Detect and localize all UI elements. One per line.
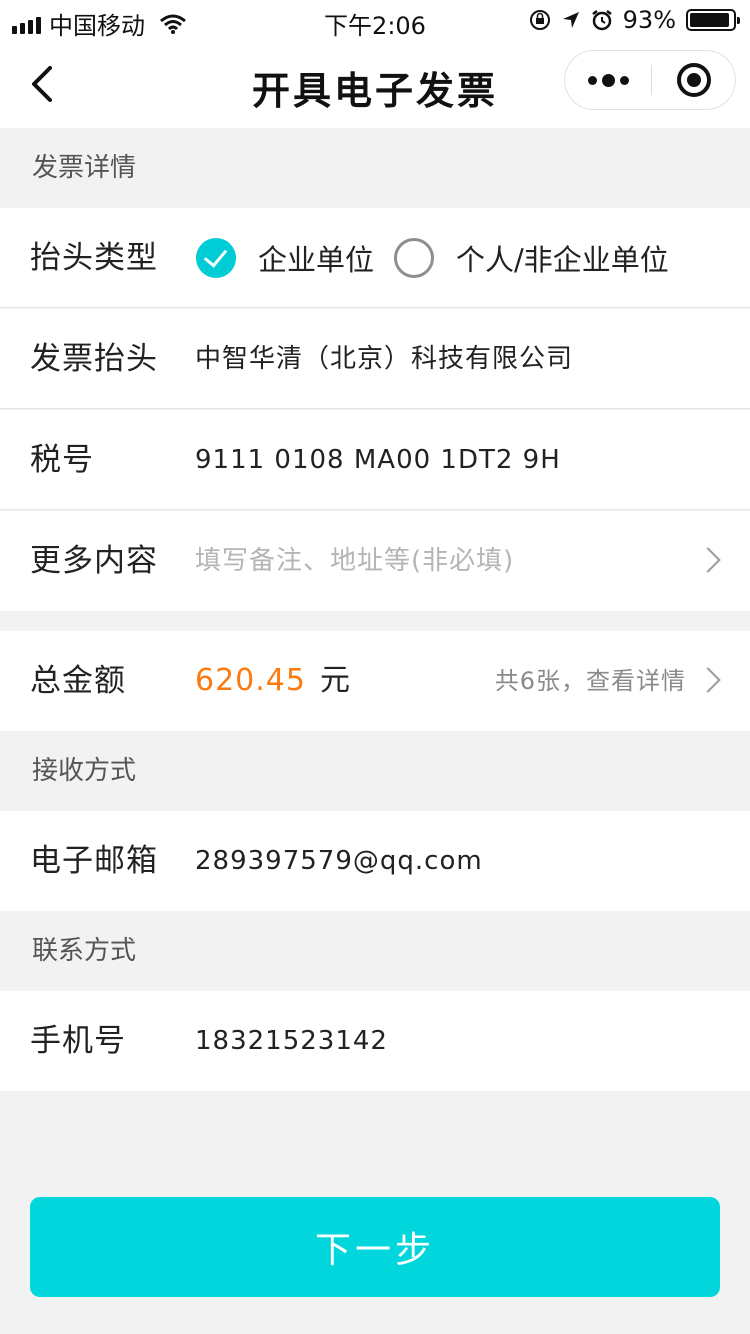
section-header-contact: 联系方式 (32, 936, 137, 966)
status-right: 93% (529, 6, 740, 34)
mini-program-capsule (564, 50, 736, 110)
email-row[interactable]: 电子邮箱 289397579@qq.com (0, 811, 750, 911)
alarm-icon (591, 10, 612, 31)
phone-label: 手机号 (30, 1023, 126, 1059)
phone-row[interactable]: 手机号 18321523142 (0, 991, 750, 1091)
section-header-invoice-details: 发票详情 (32, 153, 137, 183)
phone-value[interactable]: 18321523142 (195, 991, 388, 1091)
status-bar: 中国移动 下午2:06 93% (0, 0, 750, 40)
more-icon[interactable] (565, 51, 651, 109)
nav-bar: 开具电子发票 (0, 40, 750, 128)
chevron-right-icon[interactable] (695, 547, 721, 573)
title-type-row: 抬头类型 企业单位 个人/非企业单位 (0, 208, 750, 308)
divider (0, 307, 750, 308)
next-step-button[interactable]: 下一步 (30, 1197, 720, 1297)
chevron-right-icon[interactable] (695, 667, 721, 693)
more-content-label: 更多内容 (30, 543, 158, 579)
tax-number-row[interactable]: 税号 9111 0108 MA00 1DT2 9H (0, 410, 750, 510)
total-amount-value: 620.45 (195, 663, 306, 698)
tax-number-value[interactable]: 9111 0108 MA00 1DT2 9H (195, 410, 561, 510)
rotation-lock-icon (529, 10, 550, 30)
more-content-row[interactable]: 更多内容 填写备注、地址等(非必填) (0, 511, 750, 611)
invoice-title-row[interactable]: 发票抬头 中智华清（北京）科技有限公司 (0, 309, 750, 409)
divider (0, 509, 750, 510)
email-value[interactable]: 289397579@qq.com (195, 811, 483, 911)
total-amount-label: 总金额 (30, 663, 126, 699)
battery-icon (686, 9, 740, 31)
view-details-link[interactable]: 共6张，查看详情 (495, 631, 686, 731)
radio-individual[interactable]: 个人/非企业单位 (394, 237, 669, 279)
battery-fill (690, 13, 730, 27)
radio-enterprise-label: 企业单位 (258, 243, 375, 277)
total-amount: 620.45 元 (195, 631, 350, 731)
capsule-divider (651, 65, 652, 95)
email-label: 电子邮箱 (30, 843, 158, 879)
radio-checked-icon (196, 238, 236, 278)
more-content-placeholder[interactable]: 填写备注、地址等(非必填) (195, 511, 514, 611)
tax-number-label: 税号 (30, 442, 94, 478)
invoice-title-value[interactable]: 中智华清（北京）科技有限公司 (195, 309, 573, 409)
location-icon (562, 12, 579, 28)
battery-percent: 93% (622, 6, 676, 34)
total-amount-unit: 元 (319, 663, 350, 698)
title-type-radio-group: 企业单位 个人/非企业单位 (196, 208, 689, 308)
close-mini-program-icon[interactable] (677, 63, 711, 97)
divider (0, 408, 750, 409)
radio-unchecked-icon (394, 238, 435, 278)
section-header-receive-method: 接收方式 (32, 756, 137, 786)
radio-enterprise[interactable]: 企业单位 (196, 237, 374, 279)
radio-individual-label: 个人/非企业单位 (456, 243, 669, 277)
title-type-label: 抬头类型 (30, 240, 158, 276)
invoice-title-label: 发票抬头 (30, 341, 158, 377)
total-amount-row: 总金额 620.45 元 共6张，查看详情 (0, 631, 750, 731)
